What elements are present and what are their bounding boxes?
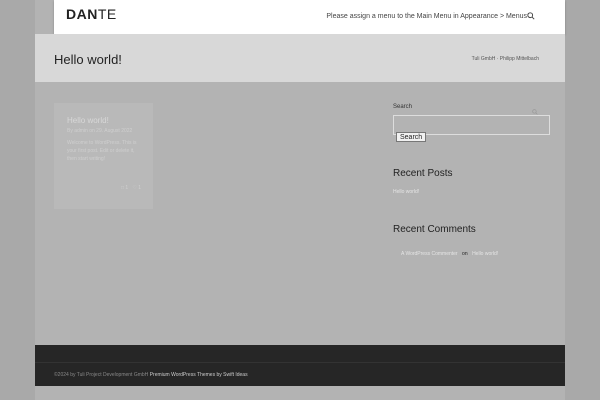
post-card: Hello world! By admin on 29. August 2022… [54,103,153,209]
search-button[interactable]: Search [396,132,427,142]
comment-post-link[interactable]: Hello world! [472,251,498,257]
footer-divider [35,362,565,363]
recent-comments-title: Recent Comments [393,224,476,235]
recent-posts-title: Recent Posts [393,168,453,179]
comment-on-text: on [462,251,468,257]
comment-icon[interactable]: □ [121,185,124,191]
site-footer: ©2024 by Tuli Project Development GmbH P… [35,345,565,386]
post-excerpt: Welcome to WordPress. This is your first… [67,140,137,162]
search-widget-label: Search [393,104,413,110]
main-menu-notice[interactable]: Please assign a menu to the Main Menu in… [326,13,527,20]
comments-count: 1 [125,185,129,191]
logo-bold: DAN [66,6,98,22]
site-header: DANTE Please assign a menu to the Main M… [54,0,565,34]
copyright-text: ©2024 by Tuli Project Development GmbH [54,372,149,378]
comment-author-link[interactable]: A WordPress Commenter [401,251,458,257]
footer-copyright: ©2024 by Tuli Project Development GmbH P… [54,372,248,378]
likes-count: 1 [138,185,141,191]
page-title: Hello world! [54,52,122,67]
theme-credit-link[interactable]: Premium WordPress Themes by Swift Ideas [150,372,248,378]
site-logo[interactable]: DANTE [66,6,117,22]
page-wrapper: DANTE Please assign a menu to the Main M… [35,0,565,400]
breadcrumb[interactable]: Tuli GmbH · Philipp Mittelbach [472,56,539,62]
search-icon[interactable] [527,12,535,20]
logo-light: TE [97,6,117,22]
recent-comment-item: A WordPress Commenter on Hello world! [401,242,498,260]
heart-icon[interactable]: ♡ [132,185,136,191]
page-heading-bar: Hello world! Tuli GmbH · Philipp Mittelb… [35,34,565,82]
recent-post-link[interactable]: Hello world! [393,189,419,195]
post-meta: By admin on 29. August 2022 [67,128,133,134]
post-counts: □ 1 ♡ 1 [121,185,141,191]
post-title[interactable]: Hello world! [67,116,109,125]
